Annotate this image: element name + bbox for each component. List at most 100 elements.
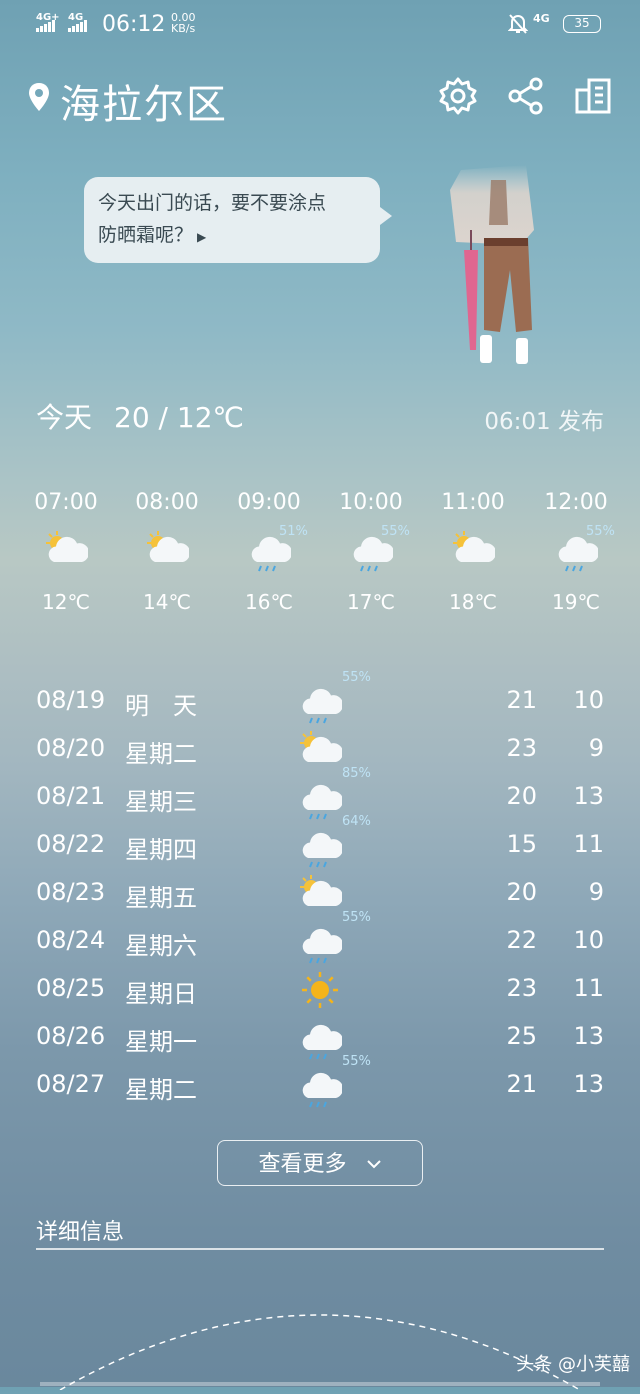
daily-date: 08/23 <box>36 878 106 906</box>
daily-weekday: 星期六 <box>125 932 197 960</box>
daily-row[interactable]: 08/23 星期五 20 9 <box>0 872 640 920</box>
daily-row[interactable]: 08/27 星期二 55% 21 13 <box>0 1054 640 1112</box>
daily-low: 9 <box>588 878 604 906</box>
settings-gear-icon[interactable] <box>438 76 478 116</box>
hourly-item: 09:00 51% 16℃ <box>219 490 319 614</box>
partly-cloudy-icon <box>298 872 344 912</box>
today-label: 今天 <box>36 401 93 434</box>
today-summary: 今天 20 / 12℃ <box>36 396 244 436</box>
battery-level: 35 <box>574 16 590 30</box>
daily-weekday: 星期五 <box>125 884 197 912</box>
view-more-button[interactable]: 查看更多 <box>217 1140 423 1186</box>
daily-date: 08/22 <box>36 830 106 858</box>
daily-high: 25 <box>506 1022 537 1050</box>
hourly-temp: 14℃ <box>143 590 191 614</box>
hourly-temp: 12℃ <box>42 590 90 614</box>
status-bar: 4G+ 4G 06:12 0.00 KB/s 4G 35 <box>0 0 640 50</box>
daily-high: 23 <box>506 974 537 1002</box>
daily-row[interactable]: 08/26 星期一 25 13 <box>0 1016 640 1064</box>
daily-date: 08/19 <box>36 686 106 714</box>
daily-weekday: 星期一 <box>125 1028 197 1056</box>
hourly-item: 08:00 14℃ <box>117 490 217 614</box>
daily-row[interactable]: 08/19 明 天 55% 21 10 <box>0 670 640 728</box>
sun-arc <box>40 1280 600 1394</box>
precip-percent: 64% <box>342 814 371 829</box>
daily-row[interactable]: 08/24 星期六 55% 22 10 <box>0 910 640 968</box>
hourly-time: 11:00 <box>441 490 505 515</box>
hourly-item: 10:00 55% 17℃ <box>321 490 421 614</box>
publish-time: 06:01 发布 <box>484 409 604 435</box>
tip-line-2: 防晒霜呢？ <box>98 224 194 246</box>
watermark: 头条 @小芙囍 <box>516 1354 630 1375</box>
rain-cloud-icon <box>298 1064 344 1108</box>
daily-date: 08/20 <box>36 734 106 762</box>
city-manage-icon[interactable] <box>574 76 614 116</box>
partly-cloudy-icon <box>451 528 497 576</box>
daily-row[interactable]: 08/21 星期三 85% 20 13 <box>0 766 640 824</box>
daily-row[interactable]: 08/20 星期二 23 9 <box>0 728 640 776</box>
location-title[interactable]: 海拉尔区 <box>60 72 228 130</box>
chevron-down-icon <box>366 1141 382 1184</box>
hourly-item: 07:00 12℃ <box>16 490 116 614</box>
hourly-time: 07:00 <box>34 490 98 515</box>
net-speed: 0.00 KB/s <box>171 11 196 35</box>
daily-weekday: 明 天 <box>125 692 197 720</box>
tip-line-1: 今天出门的话，要不要涂点 <box>98 192 327 214</box>
share-icon[interactable] <box>506 76 546 116</box>
daily-low: 13 <box>573 1070 604 1098</box>
hourly-item: 11:00 18℃ <box>423 490 523 614</box>
daily-weekday: 星期二 <box>125 1076 197 1104</box>
precip-percent: 55% <box>342 910 371 925</box>
detail-title: 详细信息 <box>36 1220 125 1245</box>
hourly-temp: 16℃ <box>245 590 293 614</box>
daily-weekday: 星期二 <box>125 740 197 768</box>
daily-low: 10 <box>573 926 604 954</box>
precip-percent: 55% <box>381 524 410 539</box>
daily-high: 15 <box>506 830 537 858</box>
hourly-temp: 19℃ <box>552 590 600 614</box>
rain-cloud-icon <box>298 1016 344 1060</box>
divider <box>36 1248 604 1250</box>
signal-icon-1 <box>36 17 56 32</box>
rain-cloud-icon <box>298 824 344 868</box>
partly-cloudy-icon <box>145 528 191 576</box>
hourly-time: 09:00 <box>237 490 301 515</box>
character-illustration <box>436 150 556 379</box>
hourly-temp: 17℃ <box>347 590 395 614</box>
hourly-time: 10:00 <box>339 490 403 515</box>
today-temp-range: 20 / 12℃ <box>114 401 244 434</box>
daily-row[interactable]: 08/25 星期日 23 11 <box>0 968 640 1016</box>
daily-row[interactable]: 08/22 星期四 64% 15 11 <box>0 814 640 872</box>
hourly-item: 12:00 55% 19℃ <box>526 490 626 614</box>
clock: 06:12 <box>102 12 166 37</box>
daily-high: 21 <box>506 1070 537 1098</box>
precip-percent: 55% <box>586 524 615 539</box>
partly-cloudy-icon <box>298 728 344 768</box>
daily-date: 08/26 <box>36 1022 106 1050</box>
daily-high: 20 <box>506 782 537 810</box>
location-pin-icon <box>28 82 50 116</box>
battery-icon: 35 <box>563 15 601 33</box>
daily-high: 23 <box>506 734 537 762</box>
daily-high: 20 <box>506 878 537 906</box>
daily-date: 08/25 <box>36 974 106 1002</box>
daily-weekday: 星期四 <box>125 836 197 864</box>
view-more-label: 查看更多 <box>258 1152 347 1177</box>
rain-cloud-icon <box>298 680 344 724</box>
precip-percent: 55% <box>342 670 371 685</box>
daily-weekday: 星期日 <box>125 980 197 1008</box>
tip-bubble[interactable]: 今天出门的话，要不要涂点 防晒霜呢？ ▶ <box>84 177 392 263</box>
daily-date: 08/27 <box>36 1070 106 1098</box>
daily-low: 11 <box>573 830 604 858</box>
daily-high: 21 <box>506 686 537 714</box>
rain-cloud-icon <box>298 776 344 820</box>
daily-low: 9 <box>588 734 604 762</box>
partly-cloudy-icon <box>44 528 90 576</box>
play-triangle-icon: ▶ <box>197 230 207 244</box>
signal-icon-2 <box>68 17 88 32</box>
daily-high: 22 <box>506 926 537 954</box>
hourly-time: 12:00 <box>544 490 608 515</box>
precip-percent: 85% <box>342 766 371 781</box>
daily-low: 11 <box>573 974 604 1002</box>
precip-percent: 51% <box>279 524 308 539</box>
